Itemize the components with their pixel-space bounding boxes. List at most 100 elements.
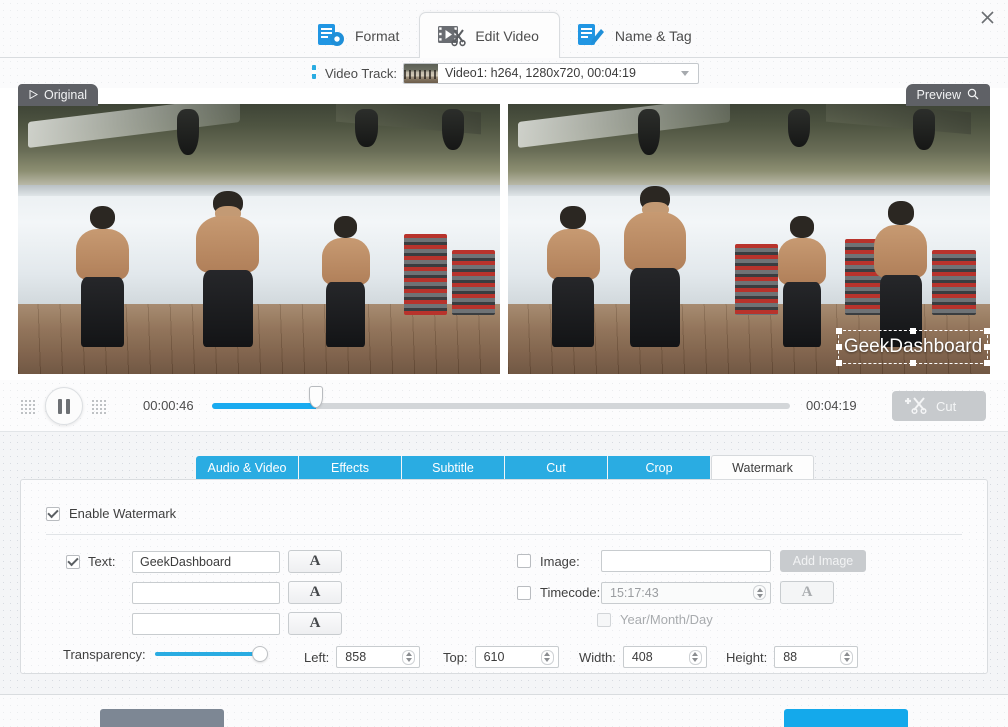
video-track-label: Video Track: [324, 65, 398, 81]
watermark-text-input-1[interactable]: GeekDashboard [132, 550, 280, 573]
preview-view-label: Preview [916, 88, 961, 102]
watermark-text-checkbox[interactable] [66, 554, 80, 569]
geometry-top: Top: 610 [443, 646, 559, 668]
transport-bar: 00:00:46 00:04:19 Cut [0, 380, 1008, 432]
original-view-tab[interactable]: Original [18, 84, 99, 106]
seek-handle[interactable] [309, 386, 324, 408]
spinner-arrows-icon[interactable] [688, 649, 702, 665]
dots-grip-icon-left [20, 399, 35, 414]
enable-watermark-label: Enable Watermark [69, 506, 177, 521]
play-triangle-icon [29, 88, 39, 102]
original-video-frame [18, 104, 500, 374]
total-time: 00:04:19 [806, 398, 857, 413]
watermark-image-checkbox[interactable] [517, 554, 531, 568]
close-icon[interactable] [972, 4, 1002, 30]
tab-edit-video[interactable]: Edit Video [419, 12, 560, 59]
geometry-width-value: 408 [631, 650, 653, 664]
watermark-image-row: Image: Add Image [517, 550, 866, 572]
chevron-down-icon[interactable] [681, 70, 690, 76]
spinner-arrows-icon[interactable] [840, 649, 854, 665]
spinner-arrows-icon[interactable] [753, 585, 766, 600]
document-gear-icon [316, 22, 346, 51]
video-converter-window: Format Edit Video Name & Tag Video Track… [0, 0, 1008, 727]
geometry-top-spinner[interactable]: 610 [474, 646, 559, 668]
primary-action-button[interactable] [784, 709, 908, 727]
top-tab-bar: Format Edit Video Name & Tag [0, 0, 1008, 59]
video-track-dropdown[interactable]: Video1: h264, 1280x720, 00:04:19 [403, 62, 700, 84]
video-scene-original [18, 104, 500, 374]
tab-name-tag-label: Name & Tag [614, 28, 692, 44]
watermark-timecode-checkbox[interactable] [517, 585, 531, 600]
main-tabs: Format Edit Video Name & Tag [300, 12, 712, 59]
geometry-width-spinner[interactable]: 408 [622, 646, 707, 668]
watermark-ymd-checkbox[interactable] [597, 612, 611, 627]
watermark-font-button-3[interactable]: A [288, 612, 342, 635]
watermark-text-row-3: A [66, 612, 342, 635]
tab-format[interactable]: Format [300, 13, 419, 59]
geometry-width: Width: 408 [579, 646, 707, 668]
preview-view-tab[interactable]: Preview [905, 84, 990, 106]
tab-effects[interactable]: Effects [299, 456, 402, 480]
watermark-image-input[interactable] [601, 550, 771, 572]
pause-icon [58, 398, 70, 414]
geometry-left-label: Left: [304, 649, 330, 665]
watermark-timecode-spinner[interactable]: 15:17:43 [601, 581, 771, 604]
video-preview-area: Original Preview GeekDashboard [0, 84, 1008, 380]
geometry-left-spinner[interactable]: 858 [336, 646, 421, 668]
geometry-height-label: Height: [726, 649, 768, 665]
watermark-text-input-3[interactable] [132, 612, 280, 635]
video-thumbnail [404, 63, 439, 83]
dots-grip-icon-right [91, 399, 106, 414]
spinner-arrows-icon[interactable] [540, 649, 554, 665]
watermark-text-row-2: A [66, 581, 342, 604]
spinner-arrows-icon[interactable] [402, 649, 416, 665]
current-time: 00:00:46 [143, 398, 194, 413]
geometry-top-label: Top: [443, 649, 468, 665]
transparency-row: Transparency: [63, 646, 270, 662]
original-view-label: Original [44, 88, 88, 102]
tab-audio-video[interactable]: Audio & Video [196, 456, 299, 480]
tab-subtitle[interactable]: Subtitle [402, 456, 505, 480]
watermark-timecode-value: 15:17:43 [610, 585, 659, 600]
geometry-top-value: 610 [483, 650, 505, 664]
enable-watermark-checkbox[interactable] [46, 506, 60, 521]
tab-watermark[interactable]: Watermark [711, 455, 814, 481]
video-track-row: Video Track: Video1: h264, 1280x720, 00:… [0, 58, 1008, 88]
track-bar-icon [309, 64, 319, 83]
transparency-handle[interactable] [252, 646, 269, 662]
tab-cut[interactable]: Cut [505, 456, 608, 480]
tab-name-tag[interactable]: Name & Tag [560, 13, 712, 59]
geometry-width-label: Width: [579, 649, 616, 665]
seek-progress [212, 403, 317, 409]
play-pause-button[interactable] [45, 387, 83, 425]
watermark-ymd-label: Year/Month/Day [620, 612, 713, 627]
watermark-font-button-2[interactable]: A [288, 581, 342, 604]
watermark-font-button-1[interactable]: A [288, 550, 342, 573]
document-pencil-icon [576, 22, 606, 51]
geometry-left: Left: 858 [304, 646, 421, 668]
secondary-action-button[interactable] [100, 709, 224, 727]
bottom-action-bar [0, 694, 1008, 727]
seek-slider[interactable] [212, 386, 790, 409]
watermark-overlay[interactable]: GeekDashboard [836, 328, 990, 366]
enable-watermark-row: Enable Watermark [46, 506, 176, 521]
watermark-text-row-1: Text: GeekDashboard A [66, 550, 342, 573]
tab-crop[interactable]: Crop [608, 456, 711, 480]
geometry-height-spinner[interactable]: 88 [774, 646, 859, 668]
tab-crop-label: Crop [645, 461, 673, 475]
watermark-timecode-row: Timecode: 15:17:43 A [517, 581, 834, 604]
watermark-text-label: Text: [88, 554, 116, 569]
add-image-button[interactable]: Add Image [780, 550, 866, 572]
cut-button[interactable]: Cut [892, 391, 986, 421]
video-track-value: Video1: h264, 1280x720, 00:04:19 [445, 66, 636, 80]
tab-watermark-label: Watermark [732, 461, 793, 475]
watermark-panel: Enable Watermark Text: GeekDashboard A A [20, 479, 988, 674]
film-scissors-icon [436, 22, 467, 51]
magnifier-icon [967, 88, 979, 103]
watermark-text-input-2[interactable] [132, 581, 280, 604]
geometry-left-value: 858 [345, 650, 367, 664]
transparency-slider[interactable] [154, 646, 270, 662]
watermark-timecode-font-button[interactable]: A [780, 581, 834, 604]
editor-panel-area: Audio & Video Effects Subtitle Cut Crop … [0, 432, 1008, 694]
watermark-overlay-text: GeekDashboard [843, 336, 983, 357]
